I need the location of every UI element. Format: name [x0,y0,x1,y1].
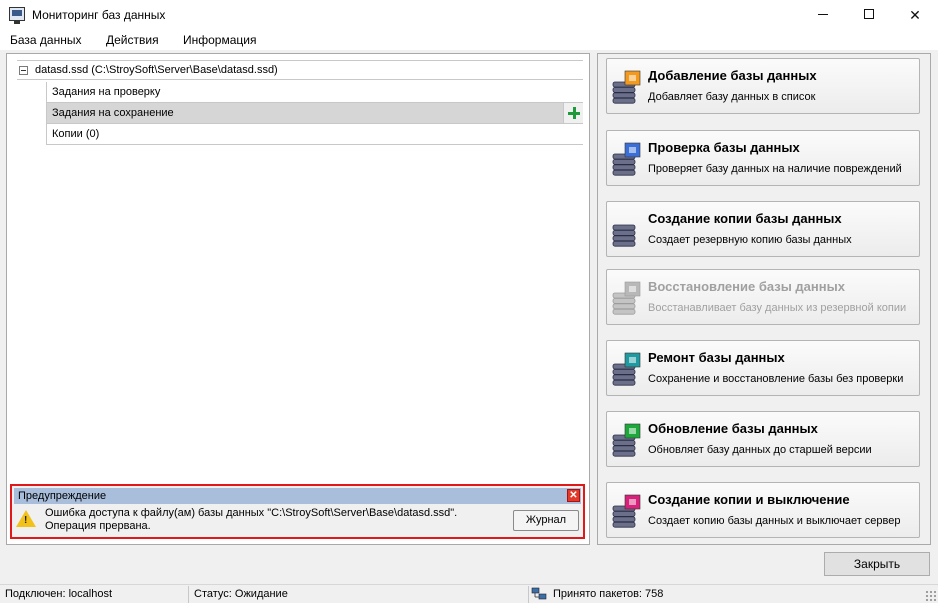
db-add-icon [612,70,641,104]
db-repair-icon [612,352,641,386]
minimize-button[interactable] [800,0,846,30]
check-database-button[interactable]: Проверка базы данных Проверяет базу данн… [606,130,920,186]
backup-and-shutdown-button[interactable]: Создание копии и выключение Создает копи… [606,482,920,538]
network-icon [531,587,547,600]
maximize-icon [864,9,874,19]
db-update-icon [612,423,641,457]
action-title: Добавление базы данных [648,68,817,83]
status-state: Статус: Ожидание [189,586,529,603]
warning-close-icon[interactable]: ✕ [567,489,580,502]
actions-panel: Добавление базы данных Добавляет базу да… [597,53,931,545]
title-bar: Мониторинг баз данных ✕ [0,0,938,30]
action-title: Проверка базы данных [648,140,800,155]
tree-item-label: Копии (0) [52,128,100,140]
backup-database-button[interactable]: Создание копии базы данных Создает резер… [606,201,920,257]
menu-bar: База данных Действия Информация [0,30,938,50]
action-title: Создание копии и выключение [648,492,850,507]
menu-information[interactable]: Информация [183,33,256,47]
status-connection: Подключен: localhost [0,586,189,603]
db-shutdown-icon [612,494,641,528]
add-database-button[interactable]: Добавление базы данных Добавляет базу да… [606,58,920,114]
tree-item-check-tasks[interactable]: Задания на проверку [46,82,583,103]
action-description: Добавляет базу данных в список [648,91,816,103]
menu-database[interactable]: База данных [10,33,81,47]
tree-item-copies[interactable]: Копии (0) [46,124,583,145]
warning-header: Предупреждение ✕ [14,488,581,504]
db-restore-icon [612,281,641,315]
tree-item-label: Задания на проверку [52,86,161,98]
menu-actions[interactable]: Действия [106,33,159,47]
action-description: Сохранение и восстановление базы без про… [648,373,904,385]
warning-panel: Предупреждение ✕ ! Ошибка доступа к файл… [10,484,585,539]
action-description: Проверяет базу данных на наличие поврежд… [648,163,902,175]
update-database-button[interactable]: Обновление базы данных Обновляет базу да… [606,411,920,467]
action-description: Обновляет базу данных до старшей версии [648,444,872,456]
tree-item-label: Задания на сохранение [52,107,174,119]
collapse-icon[interactable] [19,66,28,75]
tree-root-item[interactable]: datasd.ssd (C:\StroySoft\Server\Base\dat… [17,60,583,80]
status-bar: Подключен: localhost Статус: Ожидание Пр… [0,584,938,603]
exclamation-icon: ! [24,515,28,526]
action-title: Обновление базы данных [648,421,818,436]
db-copy-icon [612,224,636,247]
add-task-plus-icon[interactable] [563,103,583,123]
action-description: Создает резервную копию базы данных [648,234,852,246]
warning-message: Ошибка доступа к файлу(ам) базы данных "… [45,507,458,532]
tree-item-save-tasks[interactable]: Задания на сохранение [46,103,583,124]
action-title: Ремонт базы данных [648,350,785,365]
database-tree-panel: datasd.ssd (C:\StroySoft\Server\Base\dat… [6,53,590,545]
maximize-button[interactable] [846,0,892,30]
action-title: Восстановление базы данных [648,279,845,294]
close-icon: ✕ [909,7,921,23]
window-close-button[interactable]: ✕ [892,0,938,30]
minimize-icon [818,14,828,15]
monitor-icon [9,7,25,24]
tree-root-label: datasd.ssd (C:\StroySoft\Server\Base\dat… [35,64,278,76]
close-button[interactable]: Закрыть [824,552,930,576]
journal-button[interactable]: Журнал [513,510,579,531]
warning-header-label: Предупреждение [18,490,107,502]
action-description: Восстанавливает базу данных из резервной… [648,302,907,314]
resize-grip[interactable] [925,590,936,601]
restore-database-button[interactable]: Восстановление базы данных Восстанавлива… [606,269,920,325]
action-title: Создание копии базы данных [648,211,842,226]
status-packets: Принято пакетов: 758 [553,588,664,600]
window-title: Мониторинг баз данных [32,8,166,22]
action-description: Создает копию базы данных и выключает се… [648,515,901,527]
repair-database-button[interactable]: Ремонт базы данных Сохранение и восстано… [606,340,920,396]
db-check-icon [612,142,641,176]
